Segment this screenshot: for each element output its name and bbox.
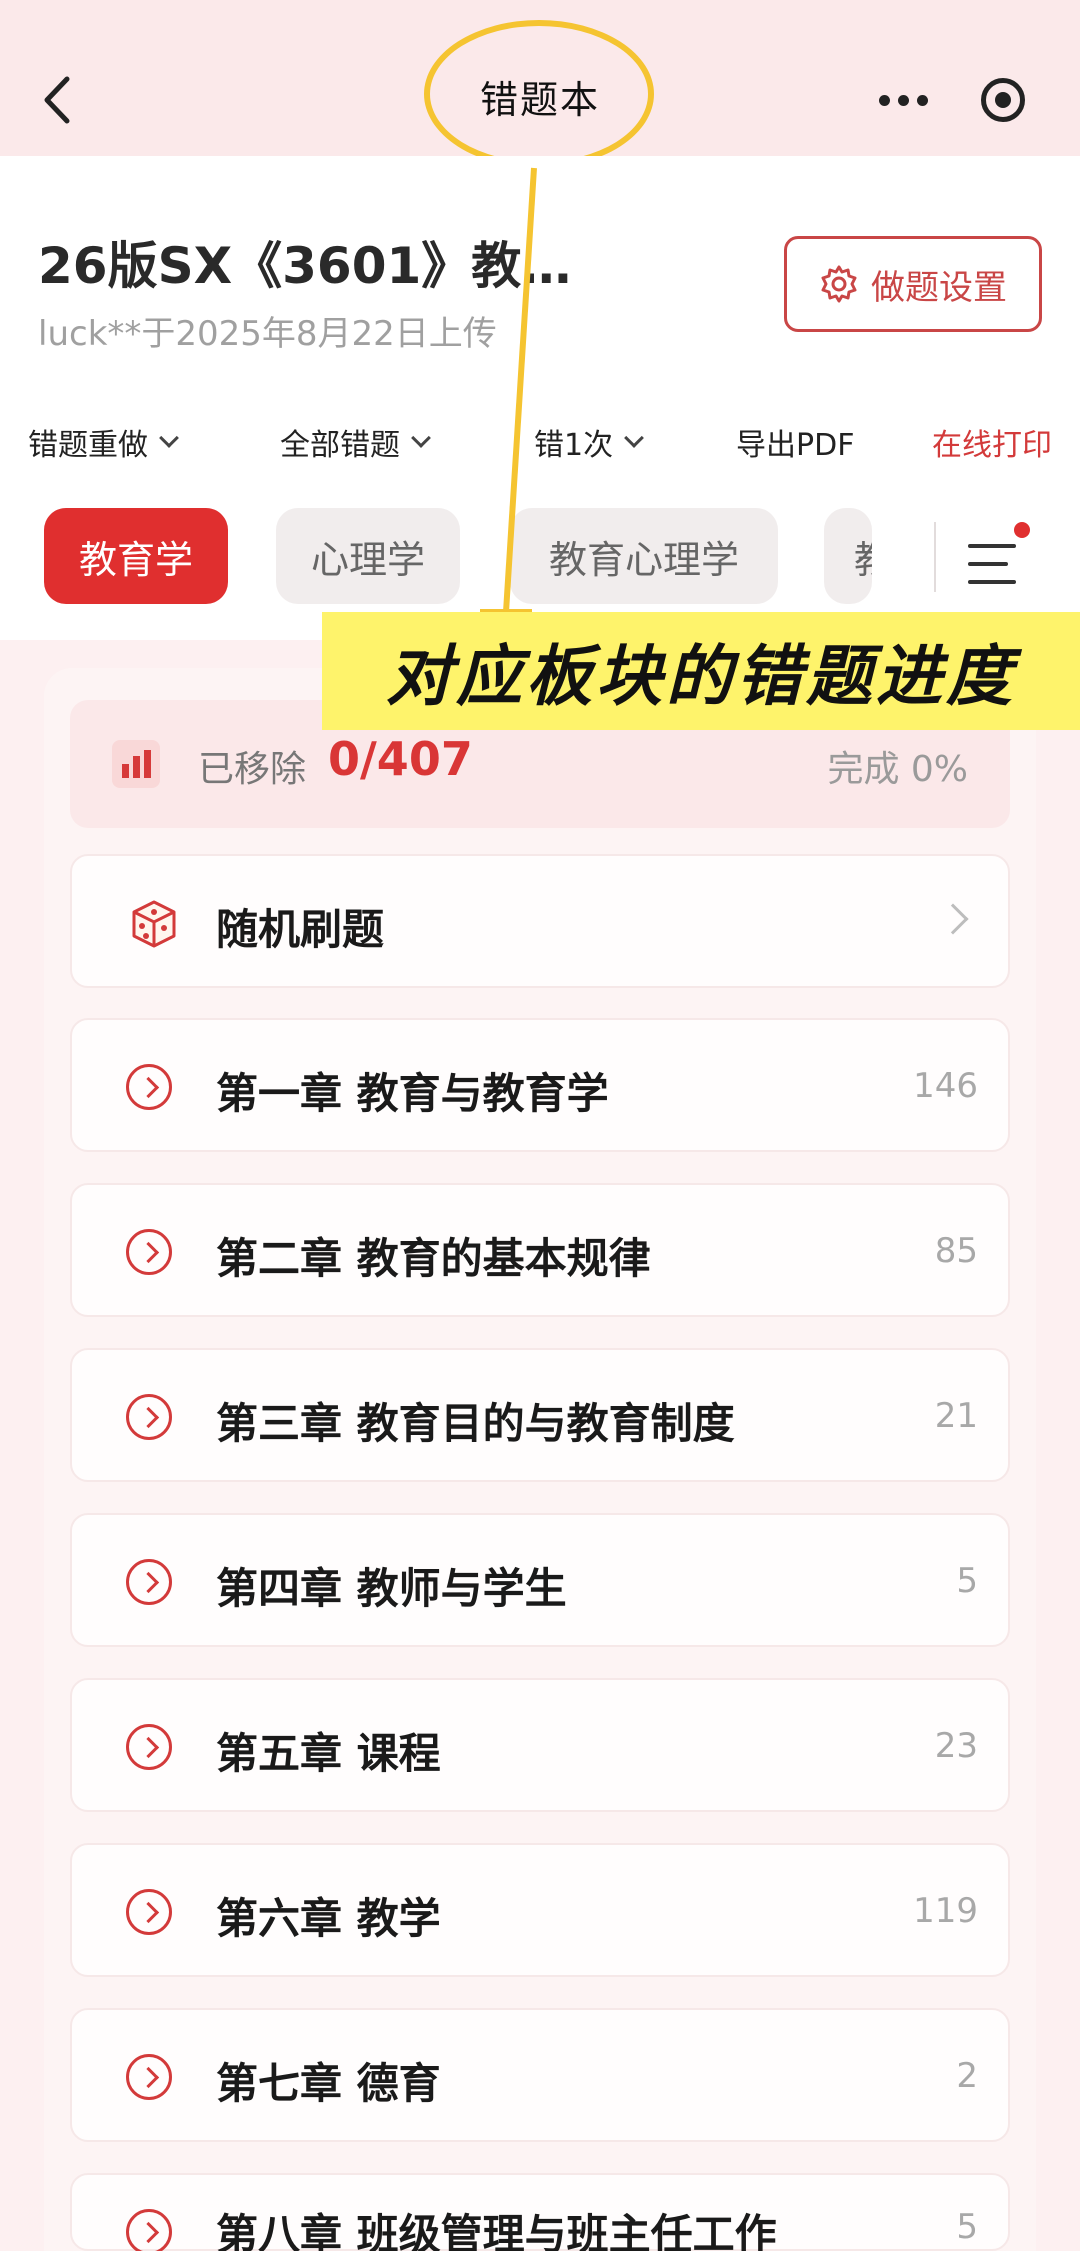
tab-psychology[interactable]: 心理学 [276,508,460,604]
chevron-circle-icon [126,1394,172,1440]
chapter-title: 第六章 教学 [216,1894,441,1943]
chapter-count: 85 [934,1231,978,1271]
chevron-down-icon [159,428,179,448]
chapter-row[interactable]: 第三章 教育目的与教育制度 21 [70,1348,1010,1482]
gear-icon [821,265,857,303]
annotation-banner: 对应板块的错题进度 [322,612,1080,730]
chapter-count: 23 [934,1726,978,1766]
wrong-times-filter-dropdown[interactable]: 错1次 [534,412,644,472]
chapter-count: 146 [913,1066,978,1106]
book-title: 26版SX《3601》教… [38,237,572,295]
menu-line [968,580,1016,584]
chevron-circle-icon [126,1229,172,1275]
mini-program-capsule [852,62,1052,138]
chapter-count: 21 [934,1396,978,1436]
filter-bar: 错题重做 全部错题 错1次 导出PDF 在线打印 [0,412,1080,472]
completion-percent: 完成 0% [827,749,968,790]
more-options-icon[interactable] [878,94,928,106]
chapter-title: 第八章 班级管理与班主任工作 [216,2210,777,2251]
chapter-row[interactable]: 第六章 教学 119 [70,1843,1010,1977]
close-miniprogram-icon[interactable] [981,78,1026,122]
chapter-row[interactable]: 第二章 教育的基本规律 85 [70,1183,1010,1317]
chevron-circle-icon [126,1559,172,1605]
chevron-circle-icon [126,1889,172,1935]
title-highlight-circle [424,20,654,168]
tab-menu-button[interactable] [964,508,1036,604]
dice-icon [132,900,176,948]
menu-line [968,562,1008,566]
book-header: 26版SX《3601》教… luck**于2025年8月22日上传 做题设置 错… [0,156,1080,640]
all-wrong-filter-label: 全部错题 [280,428,400,463]
chevron-circle-icon [126,1064,172,1110]
online-print-link[interactable]: 在线打印 [932,412,1052,472]
removed-label: 已移除 [198,749,307,790]
chapter-title: 第五章 课程 [216,1729,441,1778]
notification-dot [1014,522,1030,538]
tab-divider [934,522,936,592]
subject-tabs: 教育学 心理学 教育心理学 教 [0,508,1080,604]
redo-filter-dropdown[interactable]: 错题重做 [28,412,179,472]
tab-education[interactable]: 教育学 [44,508,228,604]
chapter-row[interactable]: 第四章 教师与学生 5 [70,1513,1010,1647]
random-practice-row[interactable]: 随机刷题 [70,854,1010,988]
chapter-title: 第一章 教育与教育学 [216,1069,609,1118]
chevron-down-icon [624,428,644,448]
practice-settings-label: 做题设置 [871,267,1007,308]
chevron-circle-icon [126,1724,172,1770]
chapter-count: 2 [956,2056,978,2096]
chevron-circle-icon [126,2209,172,2251]
redo-filter-label: 错题重做 [28,428,148,463]
chapter-row[interactable]: 第八章 班级管理与班主任工作 5 [70,2173,1010,2251]
chapter-title: 第七章 德育 [216,2059,441,2108]
wrong-times-filter-label: 错1次 [534,428,614,463]
tab-partial[interactable]: 教 [824,508,872,604]
chevron-right-icon [937,903,969,935]
chevron-down-icon [411,428,431,448]
random-practice-label: 随机刷题 [216,905,385,954]
export-pdf-link[interactable]: 导出PDF [736,412,854,472]
tab-educational-psychology[interactable]: 教育心理学 [510,508,778,604]
chapter-title: 第二章 教育的基本规律 [216,1234,651,1283]
chapter-row[interactable]: 第七章 德育 2 [70,2008,1010,2142]
chapter-title: 第四章 教师与学生 [216,1564,567,1613]
bar-chart-icon [112,740,160,788]
chevron-circle-icon [126,2054,172,2100]
removed-count: 0/407 [328,732,473,786]
chapter-count: 5 [956,1561,978,1601]
menu-line [968,544,1016,548]
chapter-count: 5 [956,2207,978,2247]
chapter-count: 119 [913,1891,978,1931]
all-wrong-filter-dropdown[interactable]: 全部错题 [280,412,431,472]
chapter-title: 第三章 教育目的与教育制度 [216,1399,735,1448]
chapter-row[interactable]: 第五章 课程 23 [70,1678,1010,1812]
chapter-row[interactable]: 第一章 教育与教育学 146 [70,1018,1010,1152]
practice-settings-button[interactable]: 做题设置 [784,236,1042,332]
upload-info: luck**于2025年8月22日上传 [38,314,497,354]
